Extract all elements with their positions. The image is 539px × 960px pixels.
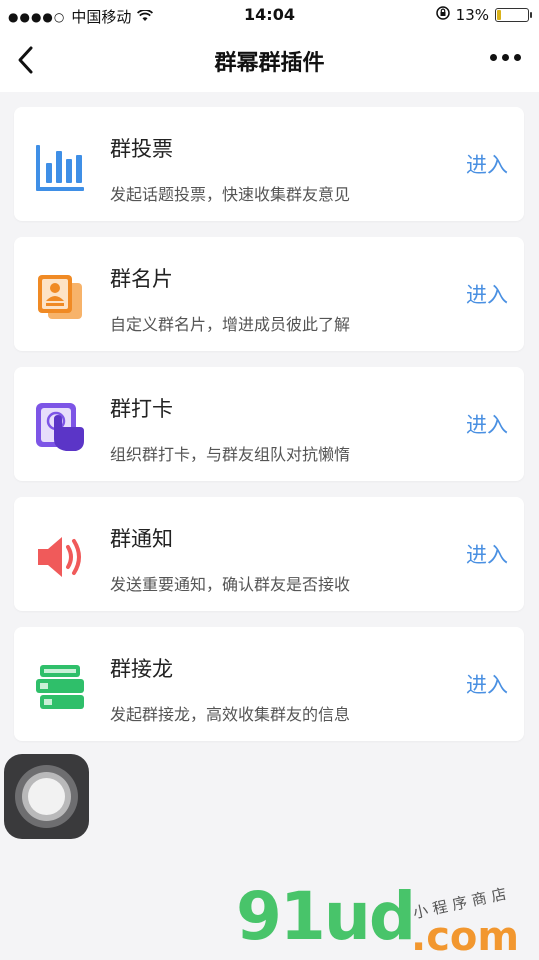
orientation-lock-icon xyxy=(435,6,450,24)
assistive-touch-button[interactable] xyxy=(4,754,89,839)
relay-cards-icon xyxy=(32,659,88,715)
enter-button[interactable]: 进入 xyxy=(466,279,508,309)
plugin-name: 群打卡 xyxy=(110,397,173,421)
plugin-name: 群投票 xyxy=(110,137,173,161)
page-title: 群幂群插件 xyxy=(214,51,325,76)
plugin-name: 群名片 xyxy=(110,267,173,291)
speaker-icon xyxy=(32,529,88,585)
nav-bar: 群幂群插件 xyxy=(0,30,539,92)
enter-button[interactable]: 进入 xyxy=(466,409,508,439)
bar-chart-icon xyxy=(32,139,88,195)
plugin-card-vote[interactable]: 群投票 发起话题投票，快速收集群友意见 进入 xyxy=(14,107,524,221)
more-dots-icon[interactable] xyxy=(490,54,521,61)
plugin-desc: 发起群接龙，高效收集群友的信息 xyxy=(110,705,351,724)
watermark-domain: .com xyxy=(411,914,520,960)
plugin-desc: 发送重要通知，确认群友是否接收 xyxy=(110,575,351,594)
watermark-brand: 91ud xyxy=(236,878,416,955)
plugin-card-relay[interactable]: 群接龙 发起群接龙，高效收集群友的信息 进入 xyxy=(14,627,524,741)
enter-button[interactable]: 进入 xyxy=(466,539,508,569)
battery-percent: 13% xyxy=(455,6,489,24)
plugin-desc: 组织群打卡，与群友组队对抗懒惰 xyxy=(110,445,351,464)
plugin-list: 群投票 发起话题投票，快速收集群友意见 进入 群名片 自定义群名片，增进成员彼此… xyxy=(14,107,524,757)
status-bar: ●●●●○ 中国移动 14:04 13% xyxy=(0,0,539,30)
enter-button[interactable]: 进入 xyxy=(466,669,508,699)
plugin-card-namecard[interactable]: 群名片 自定义群名片，增进成员彼此了解 进入 xyxy=(14,237,524,351)
enter-button[interactable]: 进入 xyxy=(466,149,508,179)
plugin-desc: 发起话题投票，快速收集群友意见 xyxy=(110,185,351,204)
tap-hand-icon xyxy=(32,399,88,455)
plugin-desc: 自定义群名片，增进成员彼此了解 xyxy=(110,315,351,334)
battery-icon xyxy=(495,8,532,22)
plugin-card-checkin[interactable]: 群打卡 组织群打卡，与群友组队对抗懒惰 进入 xyxy=(14,367,524,481)
contact-card-icon xyxy=(32,269,88,325)
plugin-name: 群通知 xyxy=(110,527,173,551)
plugin-card-notice[interactable]: 群通知 发送重要通知，确认群友是否接收 进入 xyxy=(14,497,524,611)
watermark-logo: 91ud 小程序商店 .com xyxy=(236,878,536,960)
plugin-name: 群接龙 xyxy=(110,657,173,681)
